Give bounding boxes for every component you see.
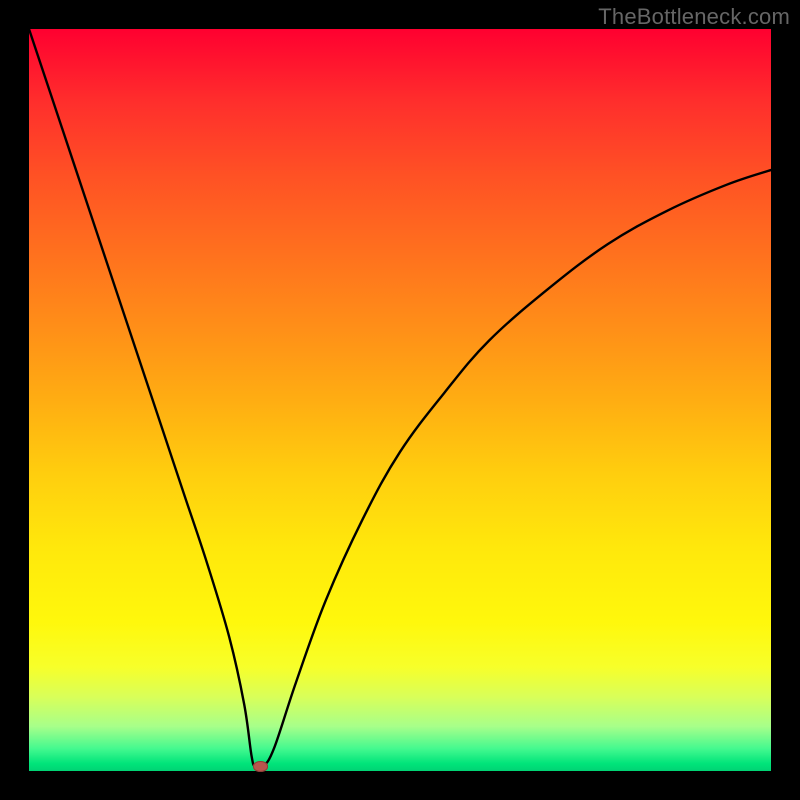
plot-area (29, 29, 771, 771)
bottleneck-curve (29, 29, 771, 771)
minimum-marker (253, 761, 268, 771)
watermark-text: TheBottleneck.com (598, 4, 790, 30)
chart-frame: TheBottleneck.com (0, 0, 800, 800)
